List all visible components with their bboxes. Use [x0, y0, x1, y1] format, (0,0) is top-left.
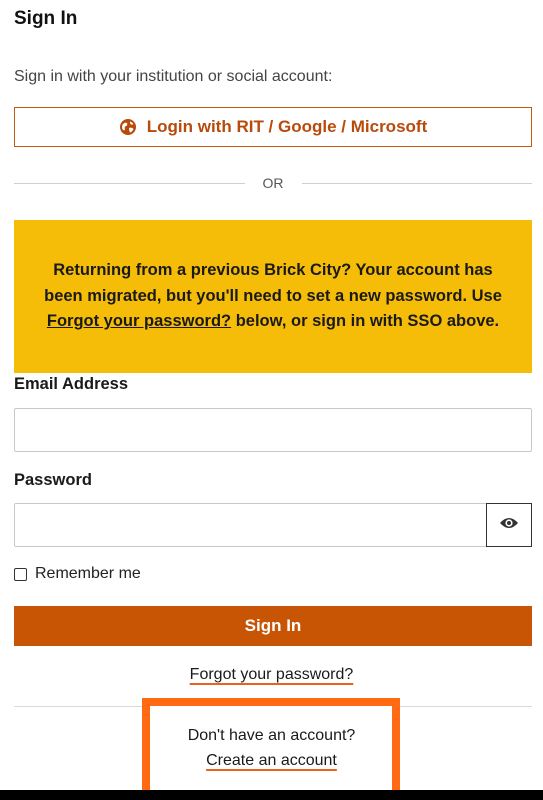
create-account-link[interactable]: Create an account	[206, 752, 337, 769]
create-account: Create an account	[0, 752, 543, 770]
notice-forgot-password-link[interactable]: Forgot your password?	[47, 312, 231, 330]
sign-in-instructions: Sign in with your institution or social …	[14, 68, 333, 85]
notice-lead: Returning from a previous Brick City?	[53, 261, 352, 280]
remember-me-checkbox[interactable]	[14, 567, 27, 581]
no-account-text: Don't have an account?	[187, 727, 356, 744]
divider-line	[301, 182, 532, 184]
remember-me[interactable]: Remember me	[14, 565, 141, 583]
remember-me-label: Remember me	[35, 565, 141, 582]
notice-body-2: below, or sign in with SSO above.	[231, 312, 500, 331]
page-title: Sign In	[14, 8, 78, 29]
sso-login-label: Login with RIT / Google / Microsoft	[146, 117, 428, 136]
email-field[interactable]	[14, 408, 532, 452]
divider-text: OR	[262, 175, 284, 191]
forgot-password-link[interactable]: Forgot your password?	[190, 666, 354, 683]
sso-login-button[interactable]: Login with RIT / Google / Microsoft	[14, 107, 532, 147]
notice-text: Returning from a previous Brick City? Yo…	[44, 258, 502, 335]
forgot-password: Forgot your password?	[0, 666, 543, 684]
password-field[interactable]	[14, 503, 487, 547]
show-password-button[interactable]	[486, 503, 532, 547]
create-account-highlight	[142, 698, 400, 800]
footer-bar	[0, 790, 543, 800]
password-label: Password	[14, 471, 92, 489]
or-divider: OR	[14, 174, 532, 192]
email-label: Email Address	[14, 375, 129, 393]
sign-in-button[interactable]: Sign In	[14, 606, 532, 646]
migration-notice: Returning from a previous Brick City? Yo…	[14, 220, 532, 373]
eye-icon	[499, 516, 519, 535]
globe-icon	[119, 118, 137, 136]
divider-line	[14, 182, 245, 184]
